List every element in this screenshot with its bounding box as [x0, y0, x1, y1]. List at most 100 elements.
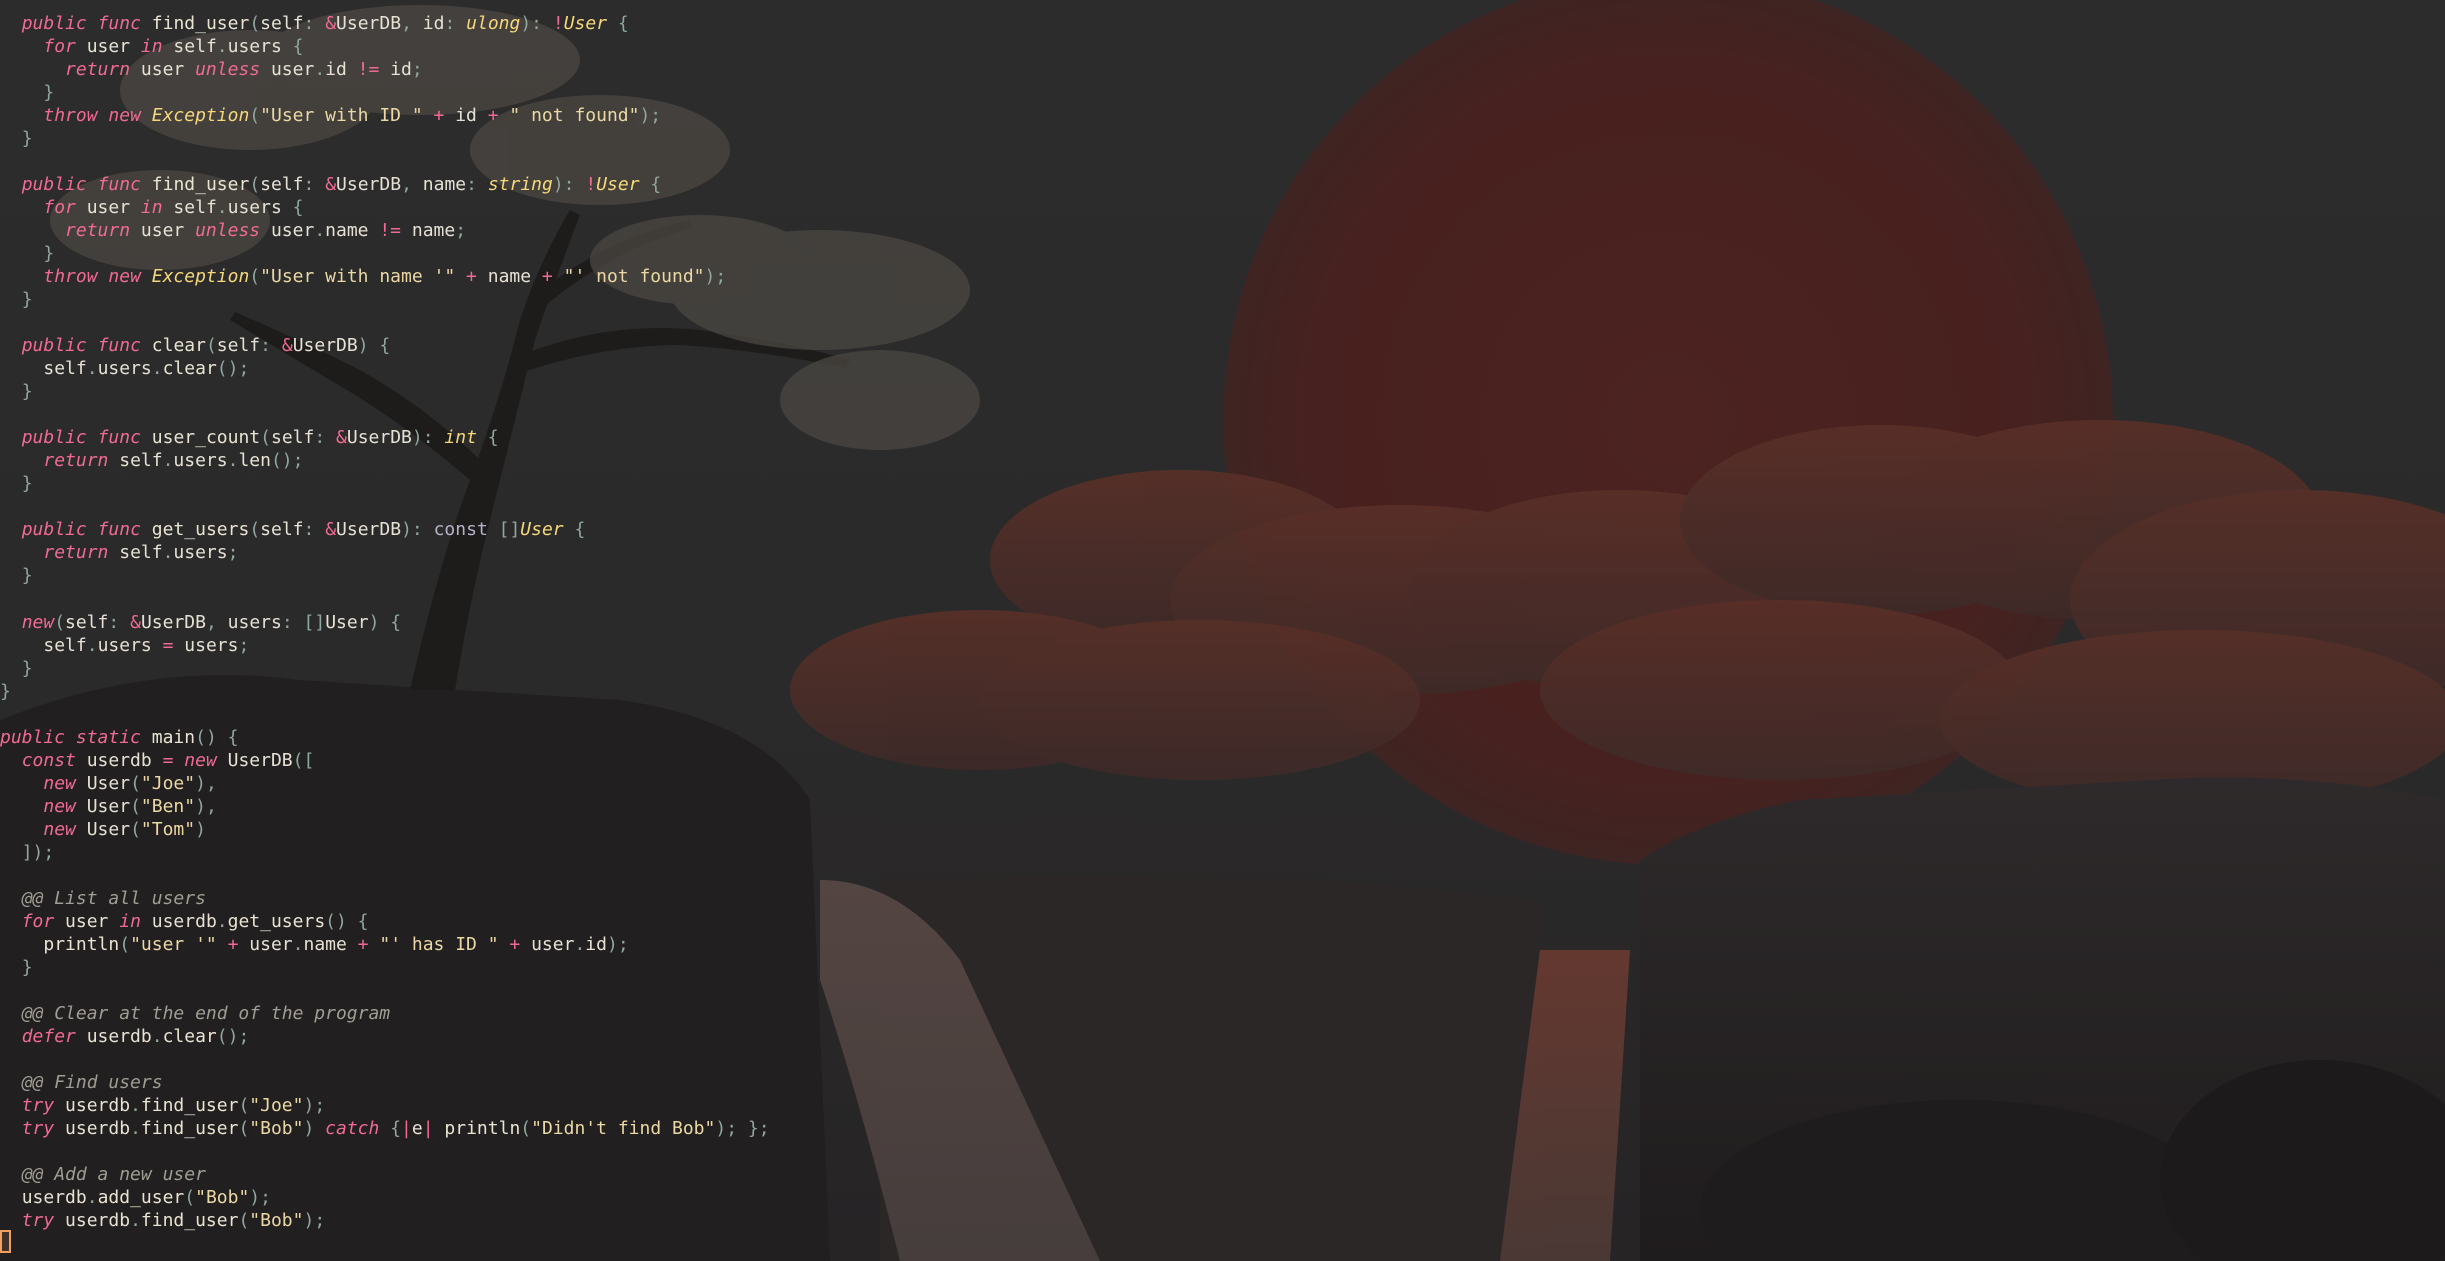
code-line[interactable]: public static main() { [0, 726, 238, 749]
code-token-op: + [531, 266, 564, 288]
code-token-punct: ); [704, 266, 727, 288]
code-line[interactable]: } [0, 680, 11, 703]
code-line[interactable]: self.users.clear(); [0, 357, 249, 380]
code-line[interactable]: throw new Exception("User with ID " + id… [0, 104, 661, 127]
code-token-punct: : [444, 13, 467, 34]
code-token-text: self [216, 335, 261, 357]
code-token-text: UserDB [336, 13, 402, 34]
code-token-punct: ( [238, 1117, 250, 1139]
code-line[interactable]: } [0, 564, 33, 587]
code-line[interactable]: defer userdb.clear(); [0, 1025, 250, 1048]
code-token-text: User [86, 818, 131, 840]
code-line[interactable]: for user in userdb.get_users() { [0, 910, 369, 933]
code-line[interactable]: } [0, 472, 33, 495]
code-token-str: "user '" [130, 933, 217, 955]
code-token-str: "Joe" [140, 772, 196, 794]
code-line[interactable]: self.users = users; [0, 634, 249, 657]
code-token-text: userdb [54, 1094, 131, 1116]
code-line[interactable]: return self.users.len(); [0, 449, 303, 472]
code-token-punct: ; [411, 59, 423, 81]
code-line[interactable]: userdb.add_user("Bob"); [0, 1186, 271, 1209]
code-token-punct: ([ [292, 749, 315, 771]
code-line[interactable]: } [0, 242, 54, 265]
code-line[interactable]: for user in self.users { [0, 35, 304, 58]
code-token-str: "Bob" [249, 1117, 304, 1139]
code-line[interactable]: } [0, 127, 33, 150]
code-token-text: user [130, 220, 196, 242]
code-line[interactable]: public func find_user(self: &UserDB, id:… [0, 12, 629, 35]
code-line[interactable]: } [0, 657, 33, 680]
code-line[interactable]: } [0, 956, 33, 979]
code-token-punct: ): [411, 427, 445, 449]
code-token-kw: return [65, 59, 131, 81]
code-token-punct: ), [195, 772, 217, 794]
text-cursor [0, 1230, 11, 1253]
code-line[interactable]: new User("Joe"), [0, 772, 217, 795]
code-line[interactable]: ]); [0, 841, 55, 864]
code-line[interactable]: public func get_users(self: &UserDB): co… [0, 518, 586, 541]
code-token-text: self [260, 13, 304, 34]
code-line[interactable]: @@ List all users [0, 887, 206, 910]
code-token-kw: new [108, 105, 141, 127]
code-token-str: "Joe" [249, 1094, 304, 1116]
code-line[interactable]: throw new Exception("User with name '" +… [0, 265, 726, 288]
desktop-window: public func find_user(self: &UserDB, id:… [0, 0, 2445, 1261]
code-line[interactable]: for user in self.users { [0, 196, 303, 219]
code-token-comment: @@ Add a new user [21, 1164, 206, 1185]
code-token-op: != [379, 220, 402, 242]
code-line[interactable]: } [0, 380, 33, 403]
code-line[interactable]: public func clear(self: &UserDB) { [0, 334, 391, 357]
code-token-str: "User with name '" [260, 266, 456, 288]
code-line[interactable]: return user unless user.id != id; [0, 58, 423, 81]
code-editor[interactable]: public func find_user(self: &UserDB, id:… [0, 0, 2445, 1261]
code-line[interactable]: new(self: &UserDB, users: []User) { [0, 611, 401, 634]
code-token-punct: : [466, 174, 488, 196]
code-token-punct: ; [455, 220, 467, 242]
code-line[interactable]: new User("Ben"), [0, 795, 216, 818]
code-token-text: userdb [21, 1187, 87, 1209]
code-token-type: string [487, 174, 553, 196]
code-line[interactable]: @@ Add a new user [0, 1163, 206, 1186]
code-line[interactable]: const userdb = new UserDB([ [0, 749, 315, 772]
code-line[interactable]: @@ Clear at the end of the program [0, 1002, 390, 1025]
code-line[interactable]: } [0, 81, 54, 104]
code-token-text: name [401, 220, 456, 242]
code-line[interactable]: println("user '" + user.name + "' has ID… [0, 933, 628, 956]
code-line[interactable]: return self.users; [0, 541, 238, 564]
code-line[interactable]: public func user_count(self: &UserDB): i… [0, 426, 499, 449]
code-line[interactable]: public func find_user(self: &UserDB, nam… [0, 173, 662, 196]
code-token-kw: catch [325, 1117, 380, 1139]
code-token-text: self [43, 358, 87, 380]
code-token-op: ! [585, 174, 597, 196]
code-token-text: userdb [75, 749, 163, 771]
code-token-fn: len [238, 450, 271, 472]
code-token-punct: [] [487, 519, 521, 541]
code-token-punct: { [379, 1117, 402, 1139]
code-line[interactable]: try userdb.find_user("Bob"); [0, 1209, 325, 1232]
code-line[interactable]: try userdb.find_user("Joe"); [0, 1094, 325, 1117]
code-token-text: self [162, 36, 217, 58]
code-token-punct: ): [552, 174, 586, 196]
code-token-comment: @@ Clear at the end of the program [21, 1002, 391, 1024]
code-line[interactable]: } [0, 288, 33, 311]
code-token-punct: . [216, 197, 228, 219]
code-token-text: id [455, 105, 477, 127]
code-token-punct: { [281, 36, 304, 58]
code-token-text: users [227, 611, 282, 633]
code-line[interactable]: return user unless user.name != name; [0, 219, 466, 242]
code-line[interactable]: try userdb.find_user("Bob") catch {|e| p… [0, 1117, 770, 1140]
code-line[interactable]: new User("Tom") [0, 818, 206, 841]
code-line[interactable]: @@ Find users [0, 1071, 163, 1094]
